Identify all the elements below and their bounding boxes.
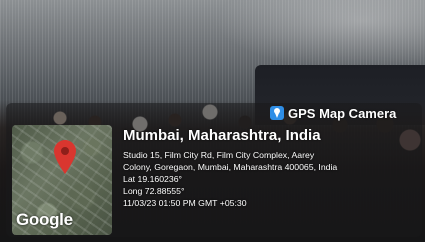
app-badge-label: GPS Map Camera [288,105,397,121]
location-info: Mumbai, Maharashtra, India Studio 15, Fi… [123,127,421,209]
event-photo: GPS Map Camera Google Mumbai, Maharashtr… [0,0,425,242]
address-line-1: Studio 15, Film City Rd, Film City Compl… [123,150,315,160]
timestamp: 11/03/23 01:50 PM GMT +05:30 [123,198,247,208]
location-pin-icon [270,106,284,120]
map-pin-icon [54,140,76,174]
map-logo: Google [16,210,73,229]
stage-curtain-light [215,0,425,70]
latitude: Lat 19.160236° [123,174,183,184]
address-line-2: Colony, Goregaon, Mumbai, Maharashtra 40… [123,162,338,172]
location-title: Mumbai, Maharashtra, India [123,127,321,144]
app-badge: GPS Map Camera [270,104,396,122]
longitude: Long 72.88555° [123,186,185,196]
